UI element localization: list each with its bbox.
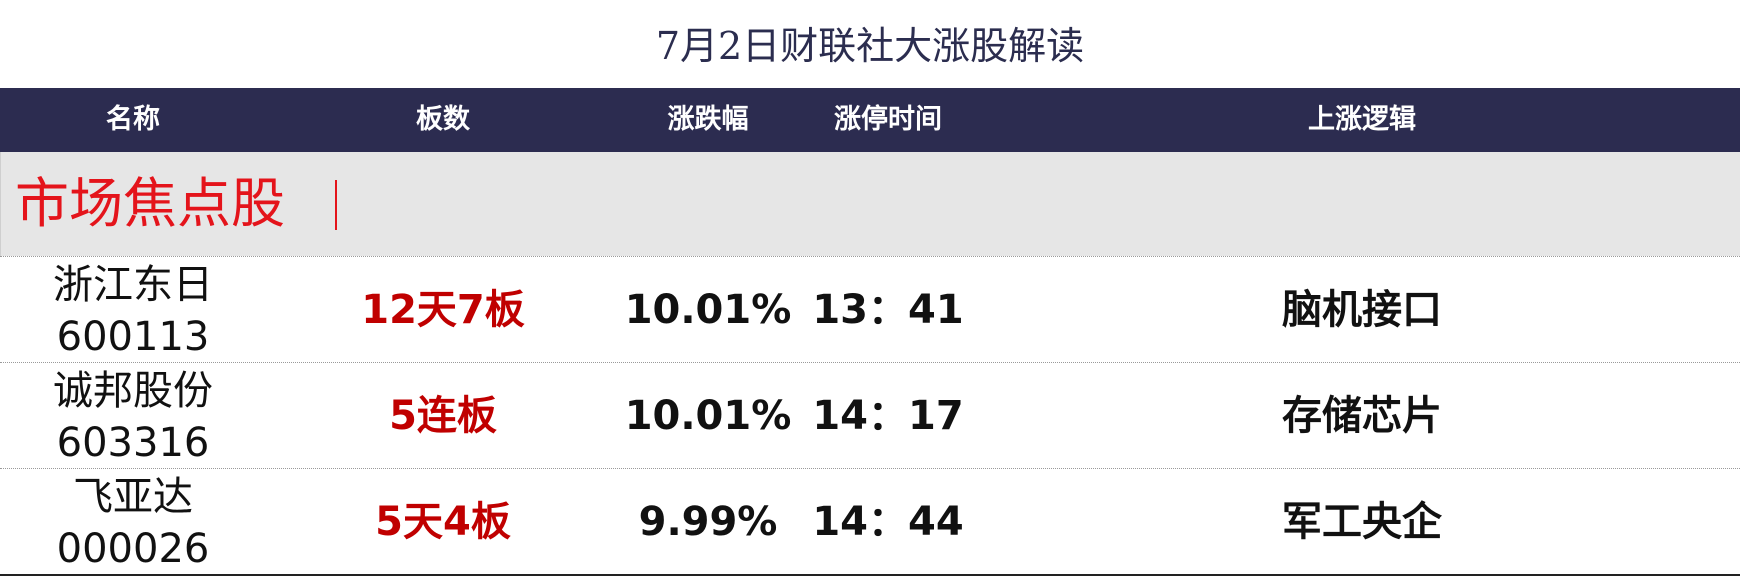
column-header-change: 涨跌幅 [667,104,749,135]
logic-cell: 脑机接口 [1282,287,1442,333]
section-divider-bar [335,180,337,230]
change-cell: 9.99% [638,499,778,545]
stock-name-cell: 浙江东日 600113 [53,259,213,363]
limit-time-cell: 14：44 [812,499,964,545]
stock-name: 诚邦股份 [53,368,213,414]
column-header-limit-time: 涨停时间 [834,104,942,135]
stock-name-cell: 诚邦股份 603316 [53,365,213,469]
table-row: 诚邦股份 603316 5连板 10.01% 14：17 存储芯片 [0,362,1740,468]
section-label: 市场焦点股 [15,172,285,235]
column-header-logic: 上涨逻辑 [1308,104,1416,135]
limit-time-cell: 13：41 [812,287,964,333]
stock-name: 浙江东日 [53,262,213,308]
table-header: 名称 板数 涨跌幅 涨停时间 上涨逻辑 [0,88,1740,152]
stock-code: 000026 [56,526,210,572]
stock-name-cell: 飞亚达 000026 [57,471,210,575]
logic-cell: 军工央企 [1282,499,1442,545]
change-cell: 10.01% [624,393,792,439]
boards-cell: 5连板 [389,393,497,439]
boards-cell: 5天4板 [375,499,511,545]
table-row: 浙江东日 600113 12天7板 10.01% 13：41 脑机接口 [0,256,1740,362]
change-cell: 10.01% [624,287,792,333]
logic-cell: 存储芯片 [1282,393,1442,439]
stock-name: 飞亚达 [72,474,193,520]
section-header: 市场焦点股 [0,152,1740,256]
boards-cell: 12天7板 [361,287,525,333]
table-row: 飞亚达 000026 5天4板 9.99% 14：44 军工央企 [0,468,1740,574]
limit-time-cell: 14：17 [812,393,964,439]
page-title: 7月2日财联社大涨股解读 [655,24,1085,68]
stock-code: 603316 [56,420,210,466]
stock-code: 600113 [56,314,210,360]
column-header-boards: 板数 [416,104,470,135]
column-header-name: 名称 [106,104,160,135]
